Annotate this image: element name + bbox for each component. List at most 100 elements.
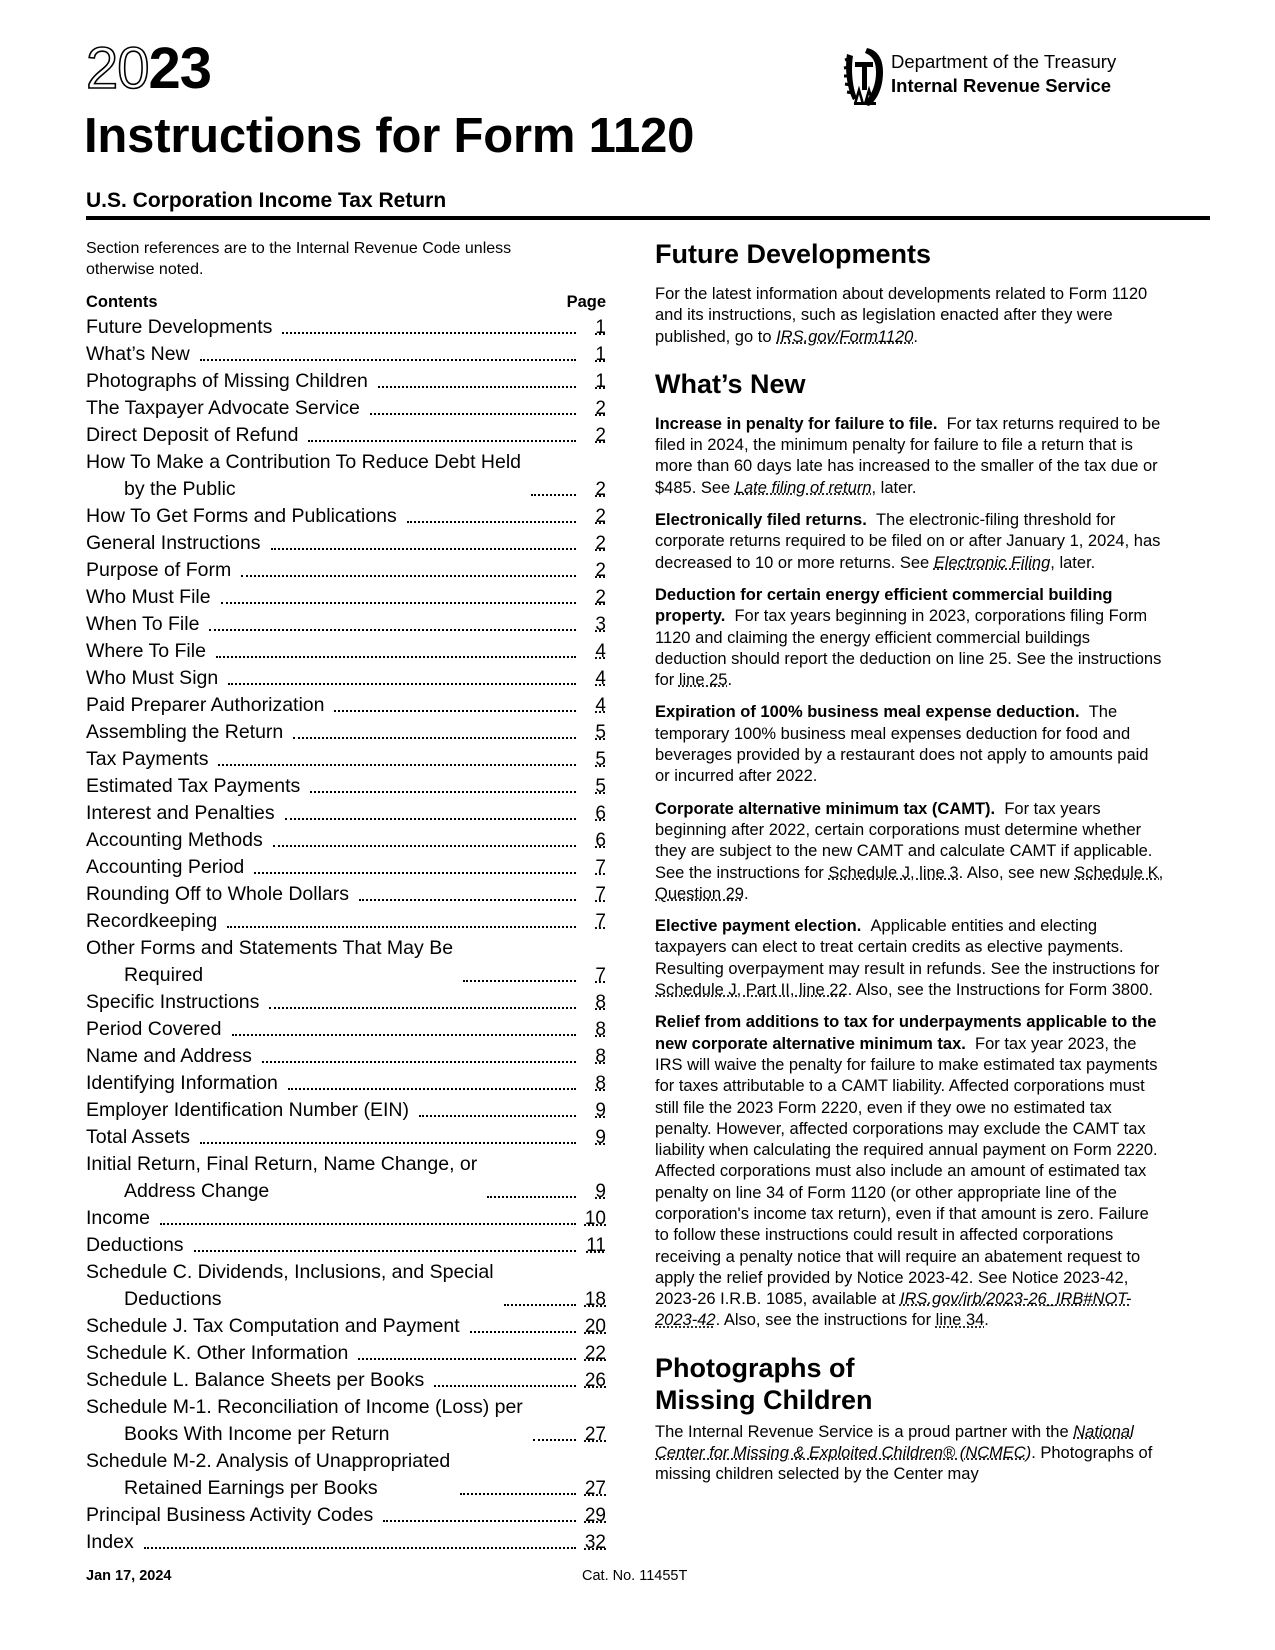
toc-page-link[interactable]: 2 [584, 422, 606, 449]
toc-item[interactable]: Tax Payments 5 [86, 746, 606, 773]
toc-item[interactable]: Purpose of Form 2 [86, 557, 606, 584]
toc-item[interactable]: Schedule K. Other Information 22 [86, 1340, 606, 1367]
toc-page-link[interactable]: 2 [584, 584, 606, 611]
whats-new-item-text: , later. [1050, 553, 1096, 572]
dot-leader [254, 872, 576, 874]
toc-item[interactable]: Assembling the Return 5 [86, 719, 606, 746]
toc-item[interactable]: The Taxpayer Advocate Service 2 [86, 395, 606, 422]
toc-item[interactable]: Name and Address 8 [86, 1043, 606, 1070]
toc-item[interactable]: Rounding Off to Whole Dollars 7 [86, 881, 606, 908]
toc-page-link[interactable]: 1 [584, 368, 606, 395]
cross-reference-link[interactable]: Schedule J, line 3 [828, 864, 958, 882]
toc-item[interactable]: General Instructions 2 [86, 530, 606, 557]
toc-page-link[interactable]: 2 [584, 395, 606, 422]
toc-page-link[interactable]: 9 [584, 1178, 606, 1205]
toc-page-link[interactable]: 11 [584, 1232, 606, 1259]
toc-item[interactable]: Who Must Sign 4 [86, 665, 606, 692]
toc-page-link[interactable]: 7 [584, 881, 606, 908]
dot-leader [200, 1142, 576, 1144]
toc-page-link[interactable]: 27 [584, 1475, 606, 1502]
toc-page-link[interactable]: 8 [584, 1016, 606, 1043]
toc-page-link[interactable]: 6 [584, 800, 606, 827]
cross-reference-link[interactable]: Electronic Filing [934, 554, 1050, 572]
toc-page-link[interactable]: 20 [584, 1313, 606, 1340]
toc-item[interactable]: Employer Identification Number (EIN) 9 [86, 1097, 606, 1124]
toc-item[interactable]: Schedule C. Dividends, Inclusions, and S… [86, 1259, 606, 1313]
toc-page-link[interactable]: 9 [584, 1124, 606, 1151]
whats-new-item: Elective payment election. Applicable en… [655, 916, 1165, 1001]
toc-page-link[interactable]: 2 [584, 530, 606, 557]
toc-item[interactable]: Total Assets 9 [86, 1124, 606, 1151]
toc-page-link[interactable]: 27 [584, 1421, 606, 1448]
toc-page-link[interactable]: 5 [584, 773, 606, 800]
toc-page-link[interactable]: 5 [584, 746, 606, 773]
toc-item-label: Employer Identification Number (EIN) [86, 1097, 415, 1124]
toc-item[interactable]: Deductions 11 [86, 1232, 606, 1259]
toc-item[interactable]: What’s New 1 [86, 341, 606, 368]
toc-item[interactable]: Estimated Tax Payments 5 [86, 773, 606, 800]
toc-item-label: Photographs of Missing Children [86, 368, 374, 395]
cross-reference-link[interactable]: line 34 [936, 1311, 985, 1329]
toc-page-link[interactable]: 9 [584, 1097, 606, 1124]
toc-page-link[interactable]: 7 [584, 962, 606, 989]
toc-item[interactable]: How To Make a Contribution To Reduce Deb… [86, 449, 606, 503]
toc-item[interactable]: Schedule L. Balance Sheets per Books 26 [86, 1367, 606, 1394]
toc-page-link[interactable]: 1 [584, 314, 606, 341]
toc-page-link[interactable]: 2 [584, 503, 606, 530]
toc-page-link[interactable]: 18 [584, 1286, 606, 1313]
toc-item[interactable]: Where To File 4 [86, 638, 606, 665]
toc-item[interactable]: Accounting Period 7 [86, 854, 606, 881]
toc-page-link[interactable]: 1 [584, 341, 606, 368]
toc-page-link[interactable]: 6 [584, 827, 606, 854]
toc-item[interactable]: Schedule J. Tax Computation and Payment 2… [86, 1313, 606, 1340]
irs-form1120-link[interactable]: IRS.gov/Form1120 [776, 328, 913, 346]
toc-item[interactable]: Who Must File 2 [86, 584, 606, 611]
toc-item[interactable]: Interest and Penalties 6 [86, 800, 606, 827]
toc-page-link[interactable]: 2 [584, 557, 606, 584]
toc-page-link[interactable]: 3 [584, 611, 606, 638]
toc-item[interactable]: When To File 3 [86, 611, 606, 638]
toc-item[interactable]: Principal Business Activity Codes 29 [86, 1502, 606, 1529]
toc-item[interactable]: Paid Preparer Authorization 4 [86, 692, 606, 719]
cross-reference-link[interactable]: Schedule J, Part II, line 22 [655, 981, 848, 999]
toc-item[interactable]: Income 10 [86, 1205, 606, 1232]
toc-item-label: Interest and Penalties [86, 800, 281, 827]
toc-item[interactable]: Specific Instructions 8 [86, 989, 606, 1016]
toc-page-link[interactable]: 26 [584, 1367, 606, 1394]
toc-item[interactable]: Recordkeeping 7 [86, 908, 606, 935]
cross-reference-link[interactable]: Late filing of return [735, 479, 872, 497]
toc-item[interactable]: Identifying Information 8 [86, 1070, 606, 1097]
toc-item[interactable]: Period Covered 8 [86, 1016, 606, 1043]
toc-header: Contents Page [86, 292, 606, 313]
toc-page-link[interactable]: 8 [584, 1043, 606, 1070]
toc-item[interactable]: Index 32 [86, 1529, 606, 1556]
cross-reference-link[interactable]: line 25 [679, 671, 728, 689]
toc-item[interactable]: Photographs of Missing Children 1 [86, 368, 606, 395]
toc-page-link[interactable]: 32 [584, 1529, 606, 1556]
toc-page-link[interactable]: 8 [584, 989, 606, 1016]
toc-page-link[interactable]: 5 [584, 719, 606, 746]
toc-item[interactable]: Initial Return, Final Return, Name Chang… [86, 1151, 606, 1205]
dot-leader [503, 1304, 576, 1306]
toc-item[interactable]: Future Developments 1 [86, 314, 606, 341]
toc-page-link[interactable]: 7 [584, 854, 606, 881]
dot-leader [369, 413, 576, 415]
toc-page-link[interactable]: 10 [584, 1205, 606, 1232]
dot-leader [487, 1196, 576, 1198]
toc-item[interactable]: Other Forms and Statements That May Be Re… [86, 935, 606, 989]
toc-item[interactable]: Direct Deposit of Refund 2 [86, 422, 606, 449]
toc-page-link[interactable]: 4 [584, 638, 606, 665]
toc-page-link[interactable]: 8 [584, 1070, 606, 1097]
toc-item[interactable]: Schedule M-2. Analysis of Unappropriated… [86, 1448, 606, 1502]
whats-new-item-text: . [743, 884, 749, 903]
toc-item[interactable]: Schedule M-1. Reconciliation of Income (… [86, 1394, 606, 1448]
toc-page-link[interactable]: 2 [584, 476, 606, 503]
toc-page-link[interactable]: 22 [584, 1340, 606, 1367]
toc-page-link[interactable]: 4 [584, 692, 606, 719]
toc-item-label: Deductions [86, 1232, 190, 1259]
toc-item[interactable]: Accounting Methods 6 [86, 827, 606, 854]
toc-page-link[interactable]: 4 [584, 665, 606, 692]
toc-item[interactable]: How To Get Forms and Publications 2 [86, 503, 606, 530]
toc-page-link[interactable]: 29 [584, 1502, 606, 1529]
toc-page-link[interactable]: 7 [584, 908, 606, 935]
